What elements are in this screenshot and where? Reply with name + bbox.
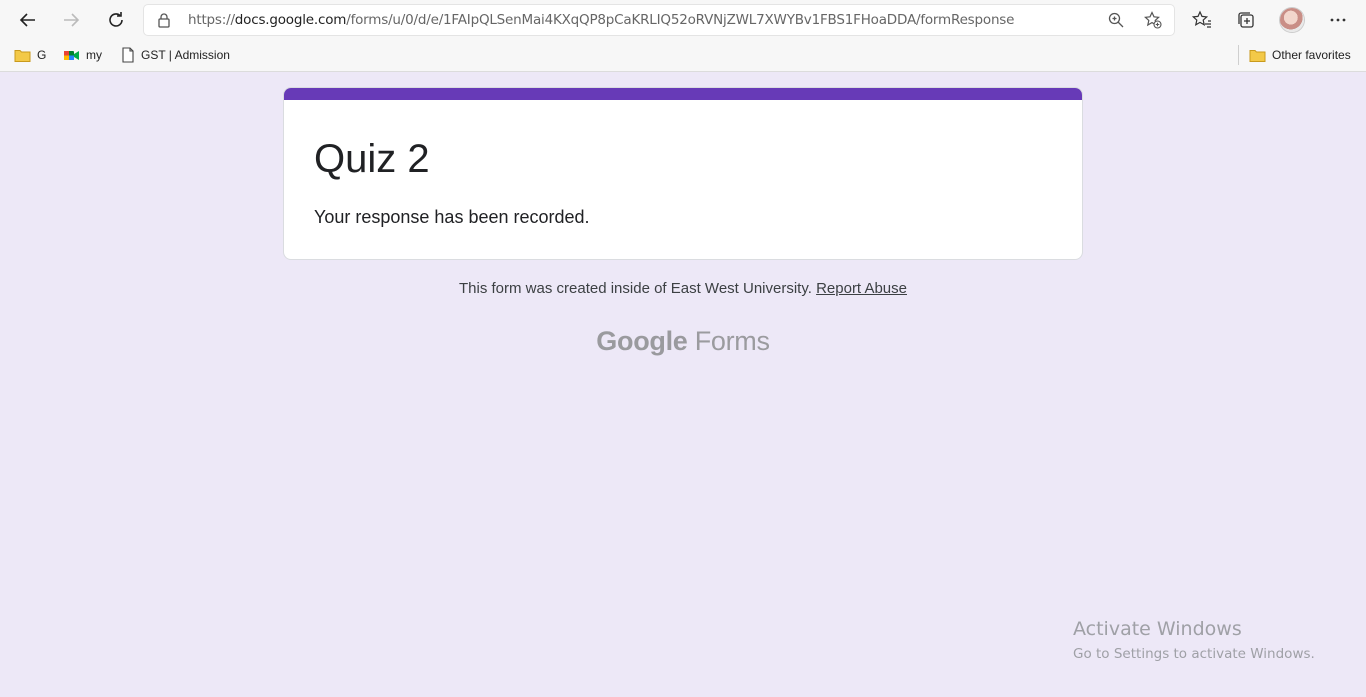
url-text[interactable]: https://docs.google.com/forms/u/0/d/e/1F…	[188, 12, 1014, 28]
confirmation-message: Your response has been recorded.	[314, 207, 590, 227]
bookmark-g[interactable]: G	[14, 46, 46, 64]
collections-icon[interactable]	[1236, 10, 1256, 30]
form-response-card: Quiz 2 Your response has been recorded.	[283, 87, 1083, 260]
google-meet-icon	[64, 50, 79, 60]
refresh-icon	[109, 12, 123, 27]
bookmark-my[interactable]: my	[63, 46, 102, 64]
bookmarks-divider	[1238, 45, 1239, 65]
back-button[interactable]	[14, 6, 42, 34]
url-path: /forms/u/0/d/e/1FAIpQLSenMai4KXqQP8pCaKR…	[346, 12, 1015, 28]
bookmark-label: my	[86, 48, 102, 62]
zoom-icon[interactable]	[1107, 11, 1125, 29]
lock-icon[interactable]	[156, 12, 172, 28]
bookmark-label: G	[37, 48, 47, 62]
address-bar[interactable]: https://docs.google.com/forms/u/0/d/e/1F…	[144, 5, 1174, 35]
bookmarks-bar: G my GST | Admission Other favorites	[0, 40, 1366, 72]
forward-button[interactable]	[57, 6, 85, 34]
profile-avatar[interactable]	[1280, 8, 1304, 32]
logo-google-text: Google	[596, 326, 688, 356]
bookmark-gst-admission[interactable]: GST | Admission	[121, 46, 230, 64]
folder-icon	[14, 49, 31, 62]
organization-note: This form was created inside of East Wes…	[459, 280, 812, 297]
watermark-subtitle: Go to Settings to activate Windows.	[1073, 646, 1315, 662]
bookmark-label: GST | Admission	[141, 48, 230, 62]
form-footer-note: This form was created inside of East Wes…	[0, 279, 1366, 299]
windows-activation-watermark: Activate Windows Go to Settings to activ…	[1073, 617, 1315, 664]
form-title: Quiz 2	[314, 137, 430, 181]
add-favorite-icon[interactable]	[1144, 11, 1162, 29]
browser-toolbar: https://docs.google.com/forms/u/0/d/e/1F…	[0, 0, 1366, 40]
refresh-button[interactable]	[102, 6, 130, 34]
back-arrow-icon	[19, 13, 35, 27]
bookmark-other-favorites[interactable]: Other favorites	[1249, 46, 1351, 64]
folder-icon	[1249, 49, 1266, 62]
logo-forms-text: Forms	[694, 326, 770, 356]
card-accent-bar	[284, 88, 1082, 100]
page-icon	[122, 47, 134, 63]
url-prefix: https://	[188, 12, 235, 28]
google-forms-logo[interactable]: Google Forms	[0, 323, 1366, 359]
favorites-icon[interactable]	[1192, 10, 1212, 30]
url-host: docs.google.com	[234, 12, 347, 28]
other-favorites-label: Other favorites	[1272, 48, 1351, 62]
more-options-icon[interactable]	[1328, 10, 1348, 30]
report-abuse-link[interactable]: Report Abuse	[816, 280, 907, 297]
watermark-title: Activate Windows	[1073, 618, 1242, 640]
forward-arrow-icon	[64, 13, 80, 27]
